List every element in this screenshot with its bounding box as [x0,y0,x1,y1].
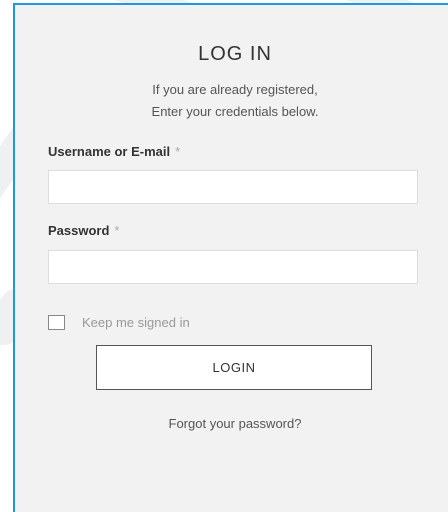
login-subtitle-line2: Enter your credentials below. [151,104,319,119]
keep-signed-in-checkbox[interactable] [48,314,65,330]
login-panel: LOG IN If you are already registered, En… [13,3,448,512]
username-input[interactable] [48,170,418,204]
login-subtitle-line1: If you are already registered, [152,82,318,97]
username-label-text: Username or E-mail [48,144,171,159]
password-input[interactable] [48,250,418,284]
forgot-password-link[interactable]: Forgot your password? [15,416,448,431]
login-button[interactable]: LOGIN [96,345,372,390]
password-label: Password * [48,223,119,238]
password-label-text: Password [48,223,110,238]
login-title: LOG IN [198,43,272,65]
page: LOG IN If you are already registered, En… [0,0,448,512]
keep-signed-in-label[interactable]: Keep me signed in [82,315,190,330]
password-required-mark: * [114,223,120,238]
username-required-mark: * [175,144,181,159]
username-label: Username or E-mail * [48,144,180,159]
keep-signed-in-row[interactable]: Keep me signed in [48,312,190,332]
